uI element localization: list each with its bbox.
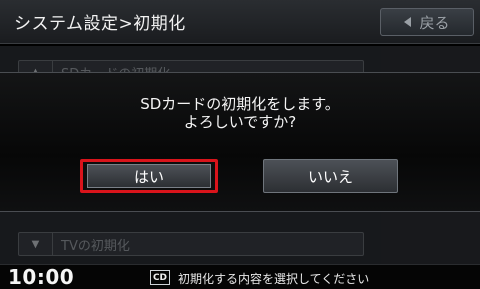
no-button-label: いいえ — [307, 167, 353, 186]
header-bar: システム設定>初期化 戻る — [0, 0, 480, 44]
yes-button-label: はい — [133, 167, 164, 186]
status-hint: 初期化する内容を選択してください — [178, 272, 370, 286]
yes-button[interactable]: はい — [80, 159, 218, 193]
status-bar: 10:00 CD 初期化する内容を選択してください — [0, 264, 480, 289]
dialog-message-line2: よろしいですか? — [183, 113, 297, 131]
dialog-message: SDカードの初期化をします。 よろしいですか? — [0, 95, 480, 131]
cd-icon: CD — [150, 270, 170, 285]
dialog-message-line1: SDカードの初期化をします。 — [140, 95, 340, 113]
back-button[interactable]: 戻る — [380, 8, 474, 36]
list-item-label: TVの初期化 — [61, 238, 130, 254]
clock: 10:00 — [8, 265, 75, 289]
no-button[interactable]: いいえ — [263, 159, 398, 193]
confirm-dialog: SDカードの初期化をします。 よろしいですか? はい いいえ — [0, 72, 480, 212]
back-button-label: 戻る — [419, 13, 450, 32]
list-item[interactable]: ▼ TVの初期化 — [18, 232, 364, 256]
scroll-down-icon[interactable]: ▼ — [19, 233, 53, 255]
yes-button-face: はい — [87, 164, 211, 188]
page-title: システム設定>初期化 — [14, 14, 186, 34]
back-arrow-icon — [404, 17, 412, 27]
